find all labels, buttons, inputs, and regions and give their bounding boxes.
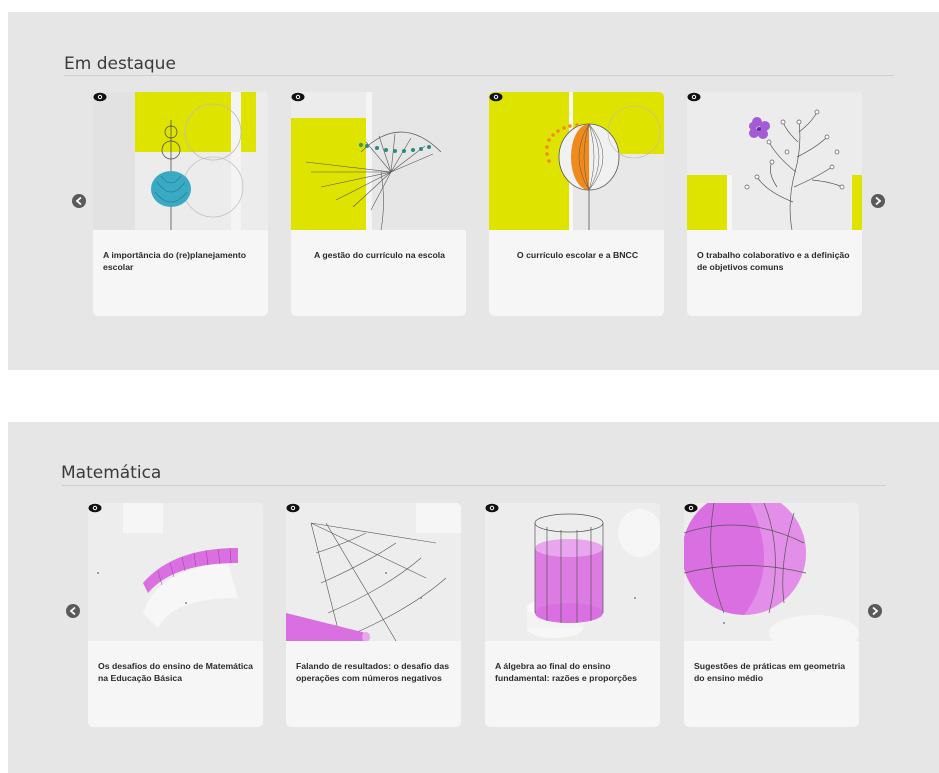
card-thumbnail bbox=[93, 92, 268, 230]
eye-icon[interactable] bbox=[687, 92, 701, 102]
arrow-left-icon bbox=[75, 196, 82, 206]
carousel-next-button[interactable] bbox=[868, 604, 882, 618]
section-divider bbox=[64, 75, 894, 76]
card-title: Os desafios do ensino de Matemática na E… bbox=[98, 661, 253, 683]
card-thumbnail bbox=[687, 92, 862, 230]
content-card[interactable]: A gestão do currículo na escola bbox=[291, 92, 466, 316]
card-title: Falando de resultados: o desafio das ope… bbox=[296, 661, 450, 683]
card-title: O trabalho colaborativo e a definição de… bbox=[697, 250, 850, 272]
eye-icon[interactable] bbox=[291, 92, 305, 102]
arrow-left-icon bbox=[69, 606, 76, 616]
section-divider bbox=[61, 485, 886, 486]
carousel-prev-button[interactable] bbox=[72, 194, 86, 208]
card-title: A gestão do currículo na escola bbox=[314, 250, 445, 260]
arrow-right-icon bbox=[875, 196, 882, 206]
eye-icon[interactable] bbox=[485, 503, 499, 513]
content-card[interactable]: A importância do (re)planejamento escola… bbox=[93, 92, 268, 316]
content-card[interactable]: Falando de resultados: o desafio das ope… bbox=[286, 503, 461, 727]
card-title: O currículo escolar e a BNCC bbox=[516, 250, 639, 260]
carousel-prev-button[interactable] bbox=[66, 604, 80, 618]
content-card[interactable]: A álgebra ao final do ensino fundamental… bbox=[485, 503, 660, 727]
card-thumbnail bbox=[286, 503, 461, 641]
card-thumbnail bbox=[291, 92, 466, 230]
card-title: Sugestões de práticas em geometria do en… bbox=[694, 661, 846, 683]
eye-icon[interactable] bbox=[489, 92, 503, 102]
eye-icon[interactable] bbox=[684, 503, 698, 513]
card-thumbnail bbox=[88, 503, 263, 641]
section-matematica: Matemática Os desafios do ensino de Mate… bbox=[8, 422, 939, 773]
section-em-destaque: Em destaque A importância do (re)planeja… bbox=[8, 12, 939, 370]
carousel-next-button[interactable] bbox=[871, 194, 885, 208]
section-title: Em destaque bbox=[64, 54, 176, 74]
eye-icon[interactable] bbox=[286, 503, 300, 513]
card-thumbnail bbox=[489, 92, 664, 230]
content-card[interactable]: O currículo escolar e a BNCC bbox=[489, 92, 664, 316]
content-card[interactable]: O trabalho colaborativo e a definição de… bbox=[687, 92, 862, 316]
section-title: Matemática bbox=[61, 463, 162, 483]
card-thumbnail bbox=[684, 503, 859, 641]
eye-icon[interactable] bbox=[88, 503, 102, 513]
card-title: A importância do (re)planejamento escola… bbox=[103, 250, 247, 272]
card-title: A álgebra ao final do ensino fundamental… bbox=[495, 661, 637, 683]
eye-icon[interactable] bbox=[93, 92, 107, 102]
card-thumbnail bbox=[485, 503, 660, 641]
arrow-right-icon bbox=[872, 606, 879, 616]
content-card[interactable]: Sugestões de práticas em geometria do en… bbox=[684, 503, 859, 727]
content-card[interactable]: Os desafios do ensino de Matemática na E… bbox=[88, 503, 263, 727]
